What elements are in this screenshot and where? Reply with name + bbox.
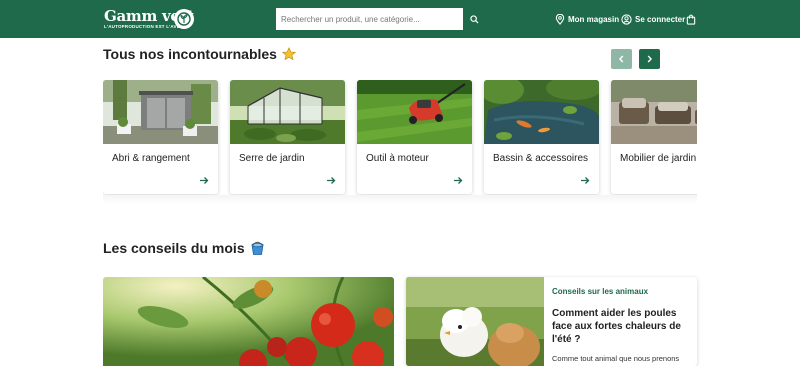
category-card-mobilier[interactable]: Mobilier de jardin — [611, 80, 697, 194]
user-icon — [621, 13, 632, 25]
conseil-featured-image[interactable] — [103, 277, 394, 366]
conseils-title: Les conseils du mois — [103, 240, 245, 256]
location-pin-icon — [555, 13, 565, 25]
my-store-link[interactable]: Mon magasin — [555, 12, 619, 26]
serre-image — [230, 80, 345, 144]
login-label: Se connecter — [635, 14, 686, 24]
arrow-right-icon — [327, 177, 336, 184]
category-card-bassin[interactable]: Bassin & accessoires — [484, 80, 599, 194]
card-label: Outil à moteur — [366, 153, 429, 164]
chevron-right-icon — [647, 55, 653, 63]
login-link[interactable]: Se connecter — [621, 12, 685, 26]
search-icon — [470, 14, 479, 24]
incontournables-title: Tous nos incontournables — [103, 46, 277, 62]
incontournables-carousel: Abri & rangement Serre de jardin Outil à… — [103, 80, 697, 204]
chevron-left-icon — [618, 55, 624, 63]
conseil-article-image — [406, 277, 544, 366]
card-label: Bassin & accessoires — [493, 153, 589, 164]
conseil-title[interactable]: Comment aider les poules face aux fortes… — [552, 307, 690, 346]
conseil-excerpt: Comme tout animal que nous prenons — [552, 354, 680, 363]
carousel-prev-button[interactable] — [611, 49, 632, 69]
arrow-right-icon — [581, 177, 590, 184]
bassin-image — [484, 80, 599, 144]
conseils-heading: Les conseils du mois — [103, 240, 265, 256]
mobilier-image — [611, 80, 697, 144]
abri-image — [103, 80, 218, 144]
cart-button[interactable] — [686, 12, 699, 26]
search-button[interactable] — [463, 8, 486, 30]
arrow-right-icon — [454, 177, 463, 184]
category-card-outil[interactable]: Outil à moteur — [357, 80, 472, 194]
arrow-right-icon — [200, 177, 209, 184]
conseil-category[interactable]: Conseils sur les animaux — [552, 287, 648, 296]
category-card-serre[interactable]: Serre de jardin — [230, 80, 345, 194]
my-store-label: Mon magasin — [568, 14, 620, 24]
site-header: Gamm vert L'AUTOPRODUCTION EST L'AVENIR … — [0, 0, 800, 38]
shopping-bag-icon — [686, 14, 696, 25]
search-input[interactable] — [276, 8, 463, 30]
watering-bucket-icon — [250, 241, 265, 256]
card-label: Abri & rangement — [112, 153, 190, 164]
category-card-abri[interactable]: Abri & rangement — [103, 80, 218, 194]
conseil-article-card[interactable]: Conseils sur les animaux Comment aider l… — [406, 277, 697, 366]
carousel-next-button[interactable] — [639, 49, 660, 69]
card-label: Mobilier de jardin — [620, 153, 697, 164]
outil-image — [357, 80, 472, 144]
logo-emblem-icon — [174, 9, 194, 29]
card-label: Serre de jardin — [239, 153, 305, 164]
incontournables-heading: Tous nos incontournables — [103, 46, 296, 62]
search-bar — [276, 8, 486, 30]
star-icon — [281, 47, 296, 61]
carousel-shadow — [103, 195, 697, 204]
